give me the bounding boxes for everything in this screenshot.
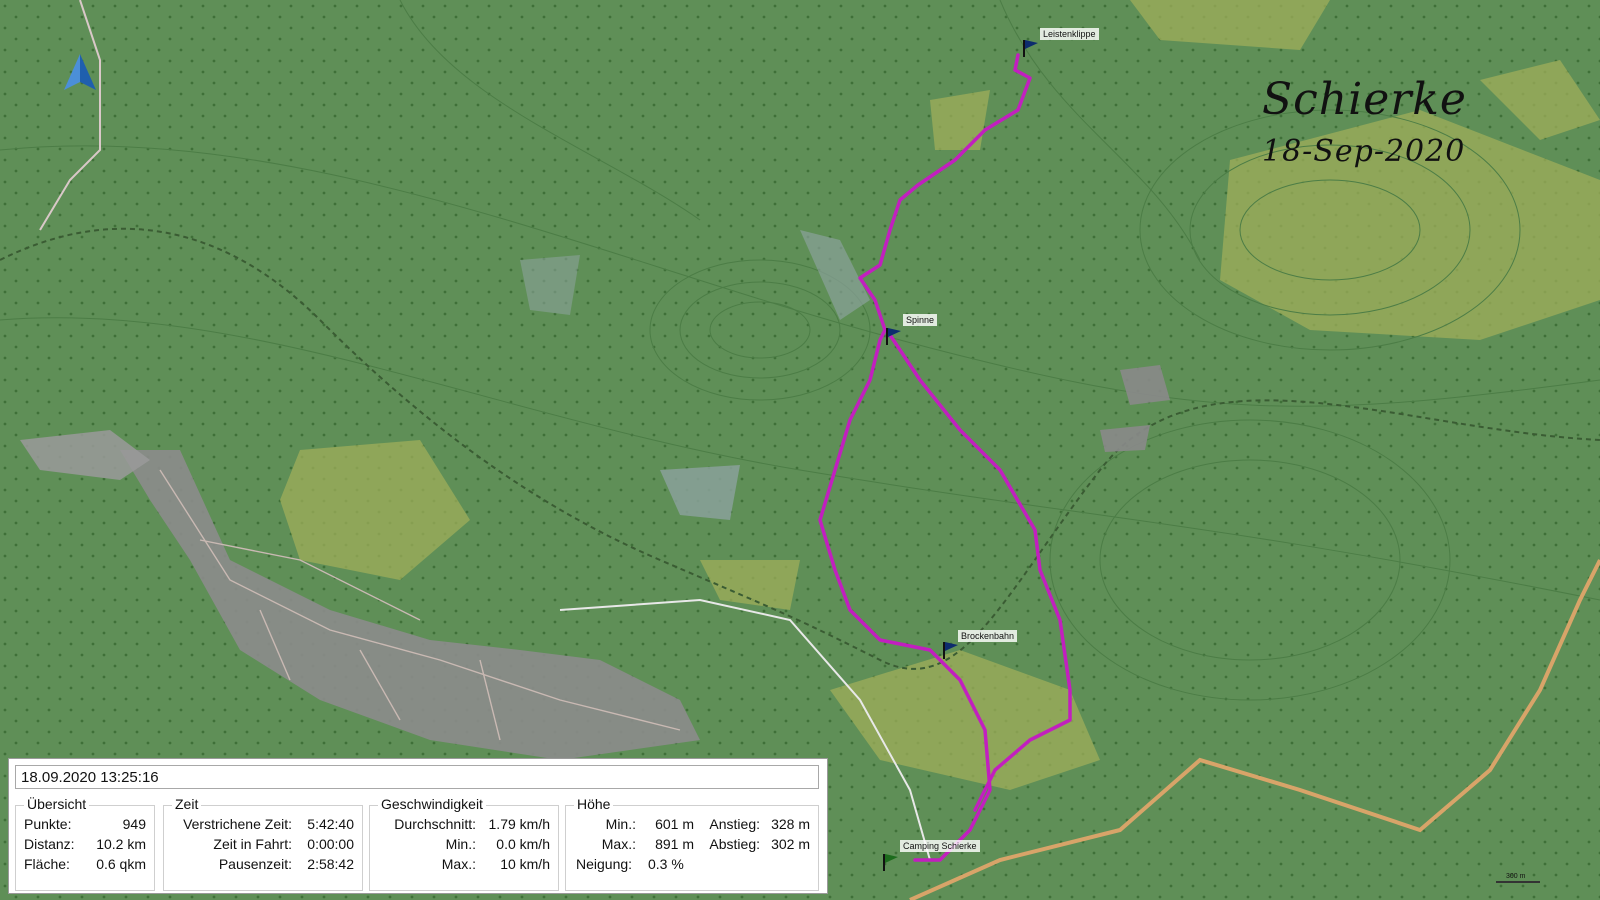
speed-avg-label: Durchschnitt:	[394, 816, 476, 832]
distance-label: Distanz:	[24, 836, 75, 852]
map-date: 18-Sep-2020	[1262, 134, 1466, 169]
speed-max-label: Max.:	[441, 856, 476, 872]
start-flag-icon[interactable]	[882, 852, 900, 872]
scale-bar-label: 300 m	[1506, 873, 1526, 880]
waypoint-flag-icon[interactable]	[885, 326, 903, 346]
altitude-min-value: 601 m	[655, 816, 694, 832]
waypoint-flag-icon[interactable]	[942, 640, 960, 660]
altitude-group: Höhe Min.: 601 m Anstieg: 328 m Max.: 89…	[565, 796, 819, 891]
altitude-legend: Höhe	[574, 796, 614, 812]
elapsed-label: Verstrichene Zeit:	[183, 816, 292, 832]
pause-time-label: Pausenzeit:	[218, 856, 292, 872]
waypoint-label-brockenbahn: Brockenbahn	[958, 630, 1018, 642]
points-label: Punkte:	[24, 816, 72, 832]
timestamp-field: 18.09.2020 13:25:16	[15, 765, 819, 789]
speed-group: Geschwindigkeit Durchschnitt: 1.79 km/h M…	[369, 796, 559, 891]
area-label: Fläche:	[24, 856, 70, 872]
ascent-label: Anstieg:	[709, 816, 760, 832]
waypoint-label-spinne: Spinne	[903, 314, 938, 326]
north-arrow-icon	[64, 54, 96, 90]
speed-avg-value: 1.79 km/h	[488, 816, 550, 832]
descent-label: Abstieg:	[709, 836, 760, 852]
overview-group: Übersicht Punkte: 949 Distanz: 10.2 km Flä…	[15, 796, 155, 891]
elapsed-value: 5:42:40	[307, 816, 354, 832]
points-value: 949	[122, 816, 146, 832]
waypoint-label-leistenklippe: Leistenklippe	[1040, 28, 1099, 40]
slope-value: 0.3 %	[648, 856, 684, 872]
pause-time-value: 2:58:42	[307, 856, 354, 872]
altitude-max-label: Max.:	[601, 836, 636, 852]
waypoint-label-camping-schierke: Camping Schierke	[900, 840, 980, 852]
map-title: Schierke	[1262, 74, 1467, 125]
overview-legend: Übersicht	[24, 796, 90, 812]
speed-min-label: Min.:	[445, 836, 476, 852]
moving-time-value: 0:00:00	[307, 836, 354, 852]
time-legend: Zeit	[172, 796, 202, 812]
altitude-min-label: Min.:	[605, 816, 636, 832]
area-value: 0.6 qkm	[96, 856, 146, 872]
distance-value: 10.2 km	[96, 836, 146, 852]
speed-min-value: 0.0 km/h	[496, 836, 550, 852]
scale-bar-line	[1496, 881, 1540, 883]
altitude-max-value: 891 m	[655, 836, 694, 852]
slope-label: Neigung:	[576, 856, 633, 872]
speed-max-value: 10 km/h	[500, 856, 550, 872]
descent-value: 302 m	[771, 836, 810, 852]
time-group: Zeit Verstrichene Zeit: 5:42:40 Zeit in F…	[163, 796, 363, 891]
track-statistics-panel: 18.09.2020 13:25:16 Übersicht Punkte: 949…	[8, 758, 828, 894]
ascent-value: 328 m	[771, 816, 810, 832]
moving-time-label: Zeit in Fahrt:	[213, 836, 292, 852]
scale-bar: 300 m	[1496, 873, 1540, 885]
speed-legend: Geschwindigkeit	[378, 796, 486, 812]
waypoint-flag-icon[interactable]	[1022, 38, 1040, 58]
